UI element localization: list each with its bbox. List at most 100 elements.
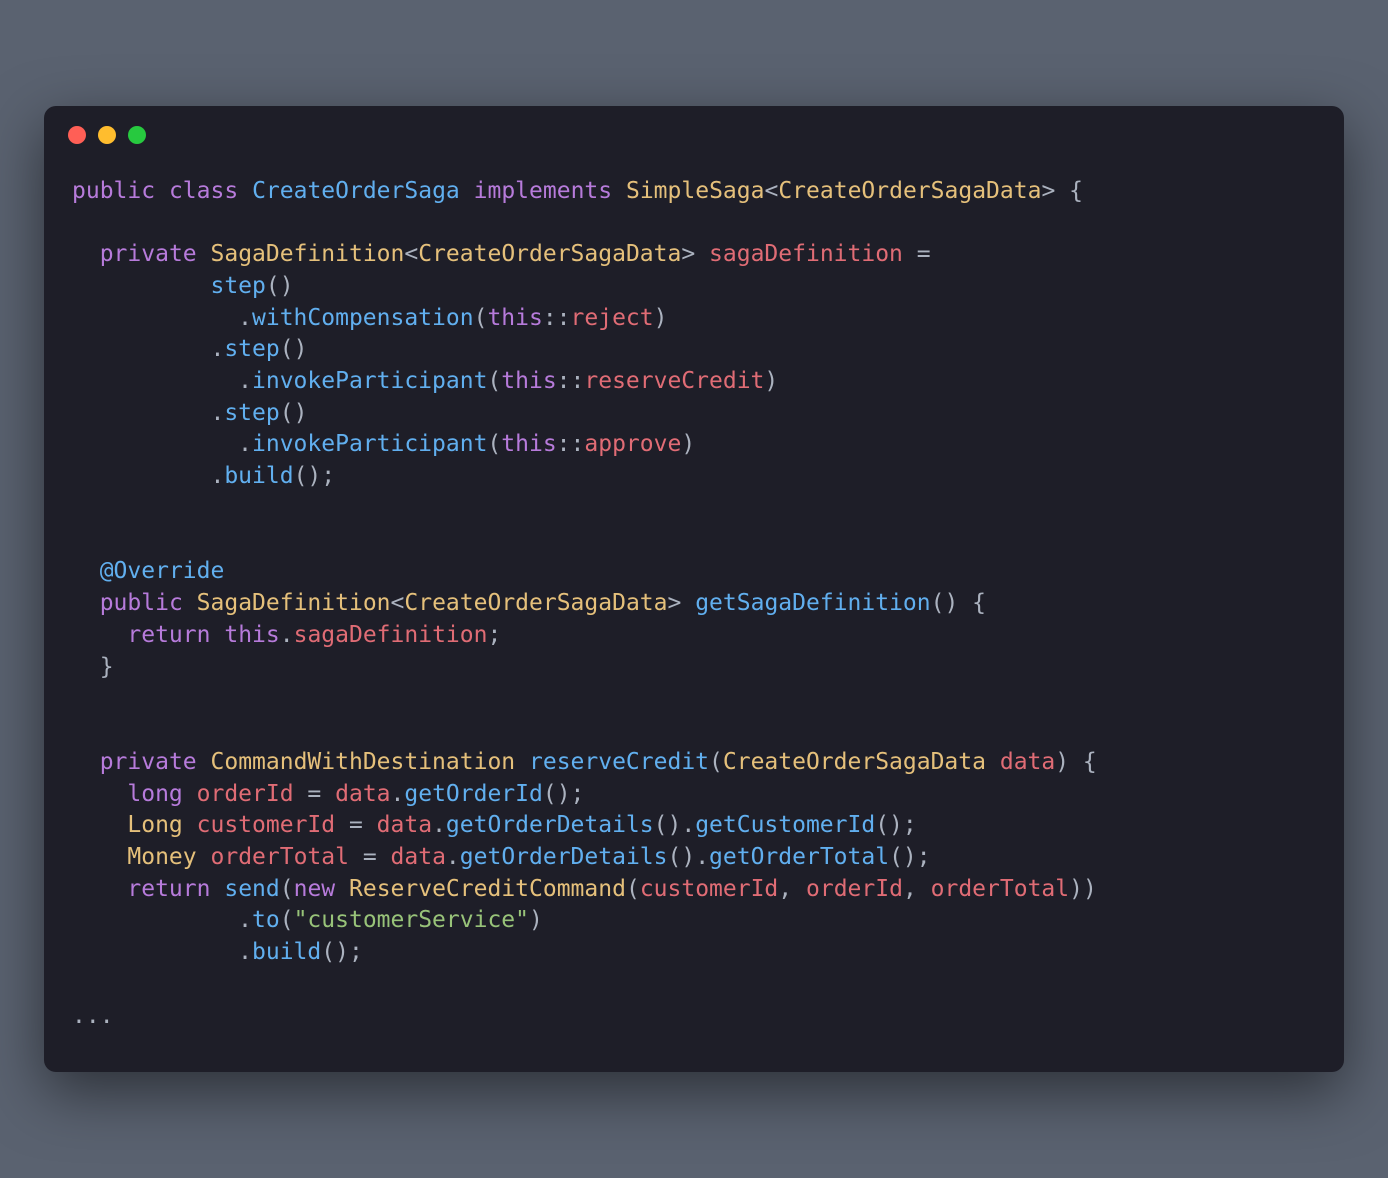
code-token: this: [501, 431, 556, 457]
code-token: CreateOrderSagaData: [418, 241, 681, 267]
code-window: public class CreateOrderSaga implements …: [44, 106, 1344, 1073]
code-token: CommandWithDestination: [211, 749, 516, 775]
code-token: [210, 622, 224, 648]
code-token: this: [224, 622, 279, 648]
code-token: .: [432, 812, 446, 838]
code-token: ::: [557, 431, 585, 457]
code-token: .: [72, 400, 224, 426]
code-token: step: [210, 273, 265, 299]
code-token: [72, 781, 127, 807]
code-token: [197, 241, 211, 267]
code-token: (: [709, 749, 723, 775]
code-token: SagaDefinition: [211, 241, 405, 267]
code-token: getOrderDetails: [460, 844, 668, 870]
code-token: @Override: [100, 558, 225, 584]
code-token: ::: [557, 368, 585, 394]
code-token: private: [100, 241, 197, 267]
code-token: getOrderId: [404, 781, 542, 807]
code-token: customerId: [197, 812, 335, 838]
code-token: getSagaDefinition: [695, 590, 930, 616]
code-token: (: [280, 876, 294, 902]
code-token: =: [335, 812, 377, 838]
code-token: class: [169, 178, 238, 204]
code-token: ();: [889, 844, 931, 870]
code-token: [72, 812, 127, 838]
code-token: CreateOrderSaga: [252, 178, 460, 204]
code-token: data: [335, 781, 390, 807]
code-token: =: [903, 241, 931, 267]
code-token: sagaDefinition: [709, 241, 903, 267]
code-token: return: [127, 876, 210, 902]
code-token: [183, 812, 197, 838]
code-token: .: [280, 622, 294, 648]
code-token: >: [681, 241, 709, 267]
code-token: .: [72, 431, 252, 457]
code-token: [515, 749, 529, 775]
code-token: [183, 590, 197, 616]
code-token: [460, 178, 474, 204]
code-token: CreateOrderSagaData: [723, 749, 986, 775]
close-icon[interactable]: [68, 126, 86, 144]
code-token: [238, 178, 252, 204]
minimize-icon[interactable]: [98, 126, 116, 144]
code-token: [72, 622, 127, 648]
code-token: ): [681, 431, 695, 457]
code-token: [197, 749, 211, 775]
code-token: ();: [543, 781, 585, 807]
code-token: orderTotal: [931, 876, 1069, 902]
code-token: return: [127, 622, 210, 648]
code-token: getOrderTotal: [709, 844, 889, 870]
code-token: orderId: [806, 876, 903, 902]
code-token: .: [72, 305, 252, 331]
code-token: [155, 178, 169, 204]
code-token: ();: [321, 939, 363, 965]
code-token: CreateOrderSagaData: [404, 590, 667, 616]
code-token: step: [224, 336, 279, 362]
code-token: ...: [72, 1003, 114, 1029]
code-token: >: [668, 590, 696, 616]
code-token: ): [529, 907, 543, 933]
code-token: (): [266, 273, 294, 299]
code-token: getOrderDetails: [446, 812, 654, 838]
code-token: [210, 876, 224, 902]
maximize-icon[interactable]: [128, 126, 146, 144]
code-token: (: [626, 876, 640, 902]
code-token: SimpleSaga: [626, 178, 764, 204]
code-token: .: [391, 781, 405, 807]
code-token: public: [72, 178, 155, 204]
code-token: =: [349, 844, 391, 870]
code-token: )): [1069, 876, 1097, 902]
code-token: [72, 590, 100, 616]
code-editor[interactable]: public class CreateOrderSaga implements …: [44, 152, 1344, 1073]
code-token: "customerService": [294, 907, 529, 933]
code-token: > {: [1041, 178, 1083, 204]
code-token: invokeParticipant: [252, 368, 487, 394]
code-token: SagaDefinition: [197, 590, 391, 616]
code-token: .: [72, 939, 252, 965]
code-token: [72, 749, 100, 775]
code-token: step: [224, 400, 279, 426]
code-token: ().: [654, 812, 696, 838]
code-token: long: [127, 781, 182, 807]
code-token: implements: [474, 178, 612, 204]
code-token: [335, 876, 349, 902]
code-token: ): [764, 368, 778, 394]
code-token: approve: [584, 431, 681, 457]
code-token: [72, 844, 127, 870]
code-token: Long: [127, 812, 182, 838]
code-token: ,: [903, 876, 931, 902]
code-token: orderId: [197, 781, 294, 807]
code-token: build: [224, 463, 293, 489]
code-token: data: [377, 812, 432, 838]
code-token: () {: [931, 590, 986, 616]
code-token: private: [100, 749, 197, 775]
code-token: this: [501, 368, 556, 394]
code-token: CreateOrderSagaData: [778, 178, 1041, 204]
code-token: invokeParticipant: [252, 431, 487, 457]
code-token: reject: [571, 305, 654, 331]
code-token: [72, 241, 100, 267]
code-token: [183, 781, 197, 807]
code-token: build: [252, 939, 321, 965]
code-token: ): [654, 305, 668, 331]
code-token: (: [280, 907, 294, 933]
